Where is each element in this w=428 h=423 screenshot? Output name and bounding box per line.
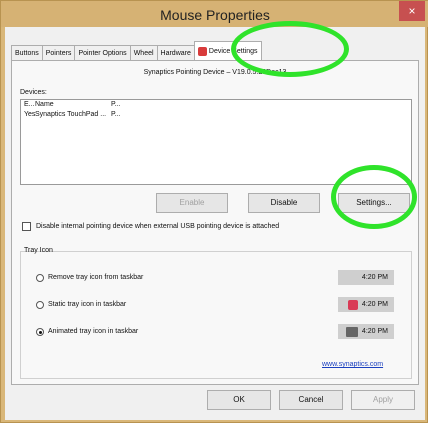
cancel-button[interactable]: Cancel: [279, 390, 343, 410]
static-tray-icon-label: Static tray icon in taskbar: [48, 301, 127, 308]
tab-strip: Buttons Pointers Pointer Options Wheel H…: [11, 41, 262, 61]
synaptics-icon: [197, 47, 207, 56]
synaptics-link[interactable]: www.synaptics.com: [322, 361, 383, 368]
device-row[interactable]: Yes Synaptics TouchPad ... P...: [21, 110, 411, 120]
tray-time: 4:20 PM: [361, 274, 388, 281]
device-name: Synaptics TouchPad ...: [35, 111, 107, 118]
column-port-header[interactable]: P...: [111, 100, 141, 110]
synaptics-static-icon: [347, 299, 358, 310]
tray-preview-animated: 4:20 PM: [338, 324, 394, 339]
tray-time: 4:20 PM: [361, 301, 388, 308]
apply-button[interactable]: Apply: [351, 390, 415, 410]
column-name-header[interactable]: Name: [35, 100, 111, 110]
device-port: P...: [111, 111, 121, 118]
ok-button[interactable]: OK: [207, 390, 271, 410]
title-bar[interactable]: Mouse Properties ×: [1, 1, 428, 27]
animated-tray-icon-radio[interactable]: [36, 328, 44, 336]
remove-tray-icon-radio[interactable]: [36, 274, 44, 282]
synaptics-animated-icon: [345, 326, 358, 337]
devices-list-header: E... Name P...: [21, 100, 411, 110]
tab-hardware[interactable]: Hardware: [156, 45, 195, 61]
device-enabled: Yes: [24, 111, 36, 118]
animated-tray-icon-label: Animated tray icon in taskbar: [48, 328, 139, 335]
tray-icon-group-label: Tray Icon: [24, 247, 53, 254]
device-header: Synaptics Pointing Device – V19.0.5.20De…: [143, 69, 287, 76]
disable-internal-checkbox[interactable]: [22, 222, 31, 231]
tab-pointers[interactable]: Pointers: [41, 45, 76, 61]
tray-time: 4:20 PM: [361, 328, 388, 335]
tab-pointer-options[interactable]: Pointer Options: [74, 45, 131, 61]
enable-button[interactable]: Enable: [156, 193, 228, 213]
static-tray-icon-radio[interactable]: [36, 301, 44, 309]
devices-label: Devices:: [20, 89, 47, 96]
tab-buttons[interactable]: Buttons: [11, 45, 43, 61]
tray-preview-static: 4:20 PM: [338, 297, 394, 312]
disable-internal-label: Disable internal pointing device when ex…: [36, 223, 280, 230]
mouse-properties-window: Mouse Properties × Buttons Pointers Poin…: [0, 0, 428, 423]
window-title: Mouse Properties: [160, 7, 270, 23]
tray-preview-none: 4:20 PM: [338, 270, 394, 285]
disable-button[interactable]: Disable: [248, 193, 320, 213]
remove-tray-icon-label: Remove tray icon from taskbar: [48, 274, 144, 281]
highlight-ring-settings: [331, 165, 417, 229]
close-button[interactable]: ×: [399, 1, 425, 21]
column-enabled-header[interactable]: E...: [24, 100, 35, 110]
highlight-ring-device-settings: [231, 21, 349, 77]
tab-wheel[interactable]: Wheel: [129, 45, 158, 61]
